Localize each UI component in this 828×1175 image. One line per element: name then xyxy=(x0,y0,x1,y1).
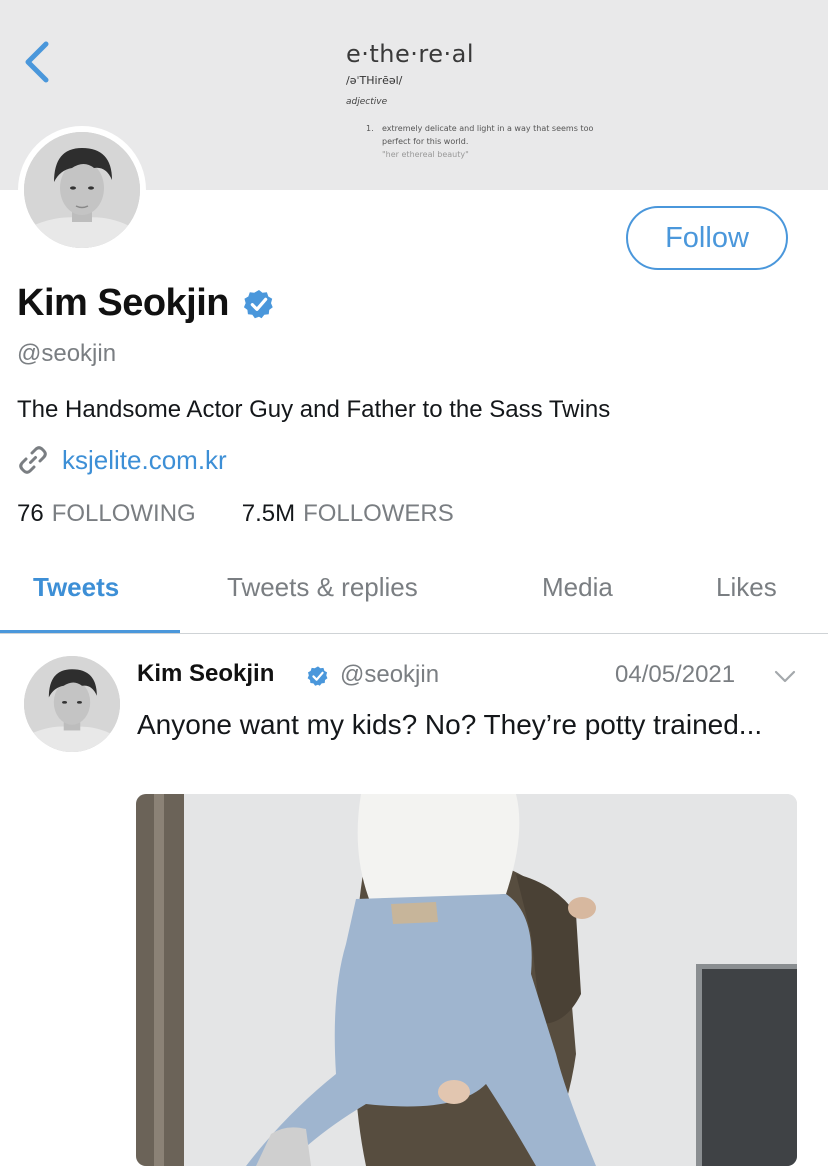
tweet-author-name[interactable]: Kim Seokjin xyxy=(137,660,274,688)
profile-link-row: ksjelite.com.kr xyxy=(17,444,227,476)
tab-likes[interactable]: Likes xyxy=(716,572,777,603)
chevron-down-icon[interactable] xyxy=(773,667,797,685)
profile-avatar[interactable] xyxy=(18,126,146,254)
profile-website-link[interactable]: ksjelite.com.kr xyxy=(62,445,227,476)
profile-bio: The Handsome Actor Guy and Father to the… xyxy=(17,396,611,423)
profile-display-name: Kim Seokjin xyxy=(17,282,230,324)
profile-stats: 76 FOLLOWING 7.5M FOLLOWERS xyxy=(17,500,454,528)
tab-media[interactable]: Media xyxy=(542,572,613,603)
tweet-date[interactable]: 04/05/2021 xyxy=(615,661,735,689)
tweet-image[interactable] xyxy=(136,794,797,1166)
followers-label: FOLLOWERS xyxy=(303,500,454,527)
dictionary-part-of-speech: adjective xyxy=(346,97,388,107)
tweet-author-handle: @seokjin xyxy=(340,661,440,688)
follow-button[interactable]: Follow xyxy=(626,206,788,270)
back-button[interactable] xyxy=(18,38,58,86)
following-stat[interactable]: 76 FOLLOWING xyxy=(17,500,196,528)
verified-badge-icon xyxy=(243,289,273,318)
profile-handle: @seokjin xyxy=(17,340,117,367)
verified-badge-icon xyxy=(307,666,328,686)
following-count: 76 xyxy=(17,500,44,527)
followers-count: 7.5M xyxy=(241,500,296,527)
definition-example: "her ethereal beauty" xyxy=(382,150,469,159)
link-icon xyxy=(19,446,47,474)
active-tab-indicator xyxy=(0,630,180,633)
definition-text: extremely delicate and light in a way th… xyxy=(382,124,594,146)
followers-stat[interactable]: 7.5M FOLLOWERS xyxy=(242,500,454,528)
banner-dictionary-entry: e·the·re·al /əˈTHirēəl/ adjective 1. ext… xyxy=(346,40,593,159)
following-label: FOLLOWING xyxy=(51,500,196,527)
profile-photo xyxy=(24,132,140,248)
dictionary-definition: 1. extremely delicate and light in a way… xyxy=(366,122,596,161)
chevron-left-icon xyxy=(25,41,49,83)
tab-tweets-and-replies[interactable]: Tweets & replies xyxy=(227,572,418,603)
dictionary-pronunciation: /əˈTHirēəl/ xyxy=(346,74,403,87)
tweet-text: Anyone want my kids? No? They’re potty t… xyxy=(137,709,763,740)
profile-tabs: Tweets Tweets & replies Media Likes xyxy=(0,560,828,634)
tweet-author-avatar[interactable] xyxy=(24,656,120,752)
definition-number: 1. xyxy=(366,124,374,133)
profile-name-row: Kim Seokjin xyxy=(17,282,275,325)
tab-tweets[interactable]: Tweets xyxy=(33,572,119,603)
dictionary-word: e·the·re·al xyxy=(346,40,475,68)
tweet-header: Kim Seokjin @seokjin 04/05/2021 xyxy=(137,660,801,694)
